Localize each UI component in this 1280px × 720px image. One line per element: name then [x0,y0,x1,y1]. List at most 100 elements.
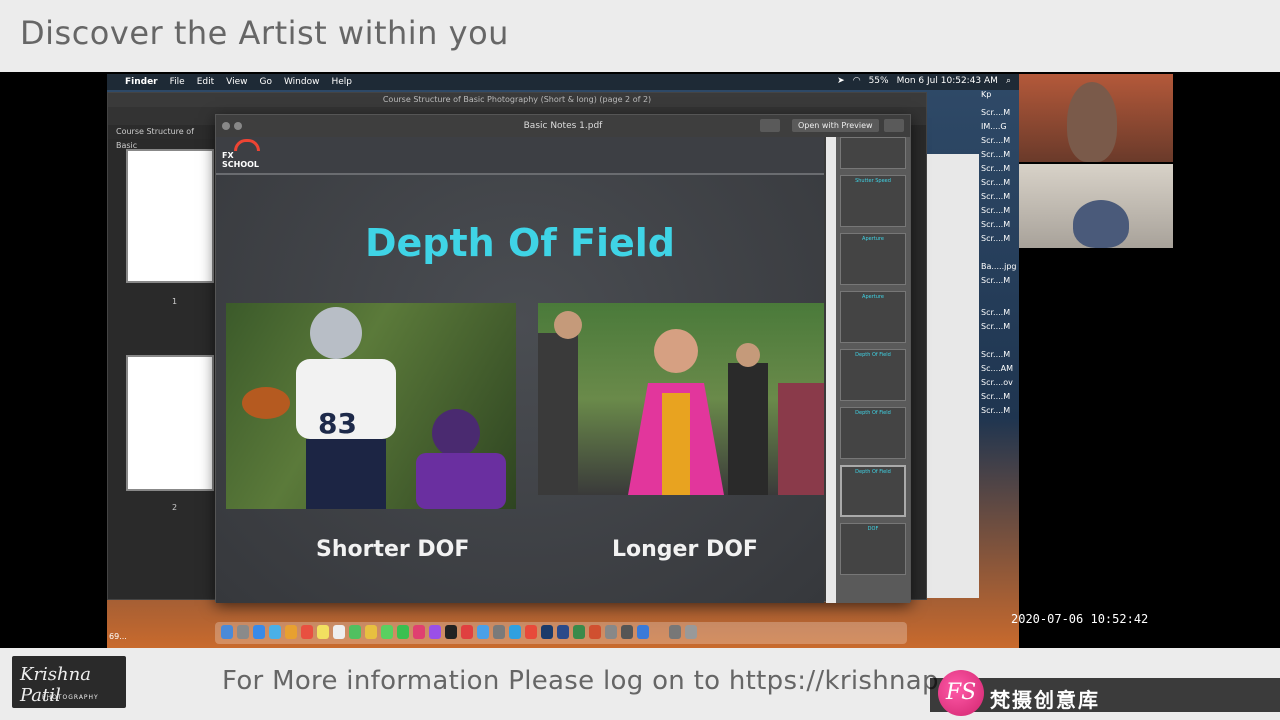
chrome-icon[interactable] [525,625,537,639]
mac-desktop: Finder File Edit View Go Window Help ➤ ◠… [107,74,1019,648]
finder-icon[interactable] [221,625,233,639]
menu-help[interactable]: Help [331,77,352,87]
word-icon[interactable] [557,625,569,639]
location-icon: ➤ [837,76,845,86]
pdf-thumbnail[interactable]: Aperture [840,291,906,343]
logo-arc [234,139,260,151]
tv-icon[interactable] [445,625,457,639]
desktop-icon[interactable]: Scr....M [981,136,1017,145]
svg-text:83: 83 [318,407,357,440]
page-number-2: 2 [172,503,178,512]
markup-icon[interactable] [760,119,780,132]
desktop-icon[interactable]: Scr....M [981,108,1017,117]
pdf-thumbnail[interactable]: Shutter Speed [840,175,906,227]
pdf-thumbnail[interactable]: Depth Of Field [840,349,906,401]
pdf-titlebar: Basic Notes 1.pdf Open with Preview [216,115,910,137]
wedding-photo-art [538,311,824,495]
zoom-icon[interactable] [509,625,521,639]
facetime-icon[interactable] [397,625,409,639]
skype-icon[interactable] [637,625,649,639]
wifi-icon[interactable]: ◠ [853,76,861,86]
slide-heading: Depth Of Field [364,221,675,265]
calendar-icon[interactable] [301,625,313,639]
system-preferences-icon[interactable] [493,625,505,639]
desktop-icon[interactable]: Scr....M [981,406,1017,415]
mail-icon[interactable] [269,625,281,639]
desktop-icon[interactable]: Scr....M [981,220,1017,229]
datetime-label[interactable]: Mon 6 Jul 10:52:43 AM [897,76,998,86]
excel-icon[interactable] [573,625,585,639]
webcam-participant [1019,164,1173,248]
menu-go[interactable]: Go [259,77,271,87]
safari-icon[interactable] [253,625,265,639]
caption-shorter-dof: Shorter DOF [316,537,470,562]
terminal-icon[interactable] [621,625,633,639]
desktop-icon[interactable]: Scr....M [981,206,1017,215]
menu-file[interactable]: File [170,77,185,87]
desktop-icon[interactable]: Scr....M [981,308,1017,317]
menubar-status: ➤ ◠ 55% Mon 6 Jul 10:52:43 AM ⌕ [837,76,1011,86]
reminders-icon[interactable] [333,625,345,639]
menu-window[interactable]: Window [284,77,320,87]
menu-edit[interactable]: Edit [197,77,214,87]
desktop-icon[interactable]: Scr....M [981,192,1017,201]
pdf-thumbnail[interactable]: DOF [840,523,906,575]
menu-finder[interactable]: Finder [125,77,158,87]
messages-icon[interactable] [381,625,393,639]
presenter-figure [1067,82,1117,162]
launchpad-icon[interactable] [237,625,249,639]
desktop-icon[interactable]: Scr....M [981,178,1017,187]
pdf-thumbnail[interactable]: Depth Of Field [840,407,906,459]
notes-icon[interactable] [317,625,329,639]
desktop-icon[interactable]: Scr....M [981,150,1017,159]
search-icon[interactable]: ⌕ [1006,76,1011,86]
page-thumbnail-1[interactable] [126,149,214,283]
app-store-icon[interactable] [477,625,489,639]
webcam-presenter [1019,74,1173,162]
pdf-thumbnail[interactable] [840,137,906,169]
open-with-preview-button[interactable]: Open with Preview [792,119,879,132]
desktop-folder-label[interactable]: 69... [109,632,127,641]
desktop-icon[interactable]: Scr....M [981,350,1017,359]
share-icon[interactable] [884,119,904,132]
preview-sidebar-header[interactable]: Course Structure of Basic [108,125,216,150]
desktop-icon[interactable]: Scr....M [981,164,1017,173]
photos-icon[interactable] [365,625,377,639]
slide-page: FX SCHOOL Depth Of Field 83 Shorter DOF … [216,137,824,603]
desktop-icon-kp[interactable]: Kp [981,90,1017,99]
preview-icon[interactable] [605,625,617,639]
contacts-icon[interactable] [285,625,297,639]
slide-header-bar: FX SCHOOL [216,137,824,175]
menu-view[interactable]: View [226,77,247,87]
football-photo-art: 83 [242,307,506,509]
maps-icon[interactable] [349,625,361,639]
news-icon[interactable] [461,625,473,639]
pdf-window: Basic Notes 1.pdf Open with Preview FX S… [215,114,911,603]
powerpoint-icon[interactable] [589,625,601,639]
desktop-icon[interactable]: Scr....M [981,276,1017,285]
pdf-thumbnail-selected[interactable]: Depth Of Field [840,465,906,517]
photoshop-icon[interactable] [541,625,553,639]
downloads-icon[interactable] [669,625,681,639]
logo-text: FX SCHOOL [222,151,260,169]
football-photo: 83 [226,303,516,509]
desktop-icon[interactable]: IM....G [981,122,1017,131]
desktop-icon[interactable]: Scr....M [981,392,1017,401]
preview-window-title: Course Structure of Basic Photography (S… [108,93,926,107]
pdf-thumbnail[interactable]: Aperture [840,233,906,285]
podcasts-icon[interactable] [429,625,441,639]
pdf-thumbnail-sidebar: Shutter Speed Aperture Aperture Depth Of… [836,137,910,603]
page-thumbnail-2[interactable] [126,355,214,491]
desktop-icon[interactable]: Scr....M [981,322,1017,331]
trash-icon[interactable] [685,625,697,639]
top-banner: Discover the Artist within you [0,0,1280,72]
background-window-panel [927,154,979,598]
desktop-icon[interactable]: Scr....M [981,234,1017,243]
music-icon[interactable] [413,625,425,639]
desktop-icon[interactable]: Scr....ov [981,378,1017,387]
pdf-scrollbar[interactable] [826,137,836,603]
desktop-icon[interactable]: Sc....AM [981,364,1017,373]
battery-label[interactable]: 55% [869,76,889,86]
desktop-icon[interactable]: Ba.....jpg [981,262,1017,271]
krishna-patil-logo: Krishna Patil PHOTOGRAPHY [12,656,126,708]
